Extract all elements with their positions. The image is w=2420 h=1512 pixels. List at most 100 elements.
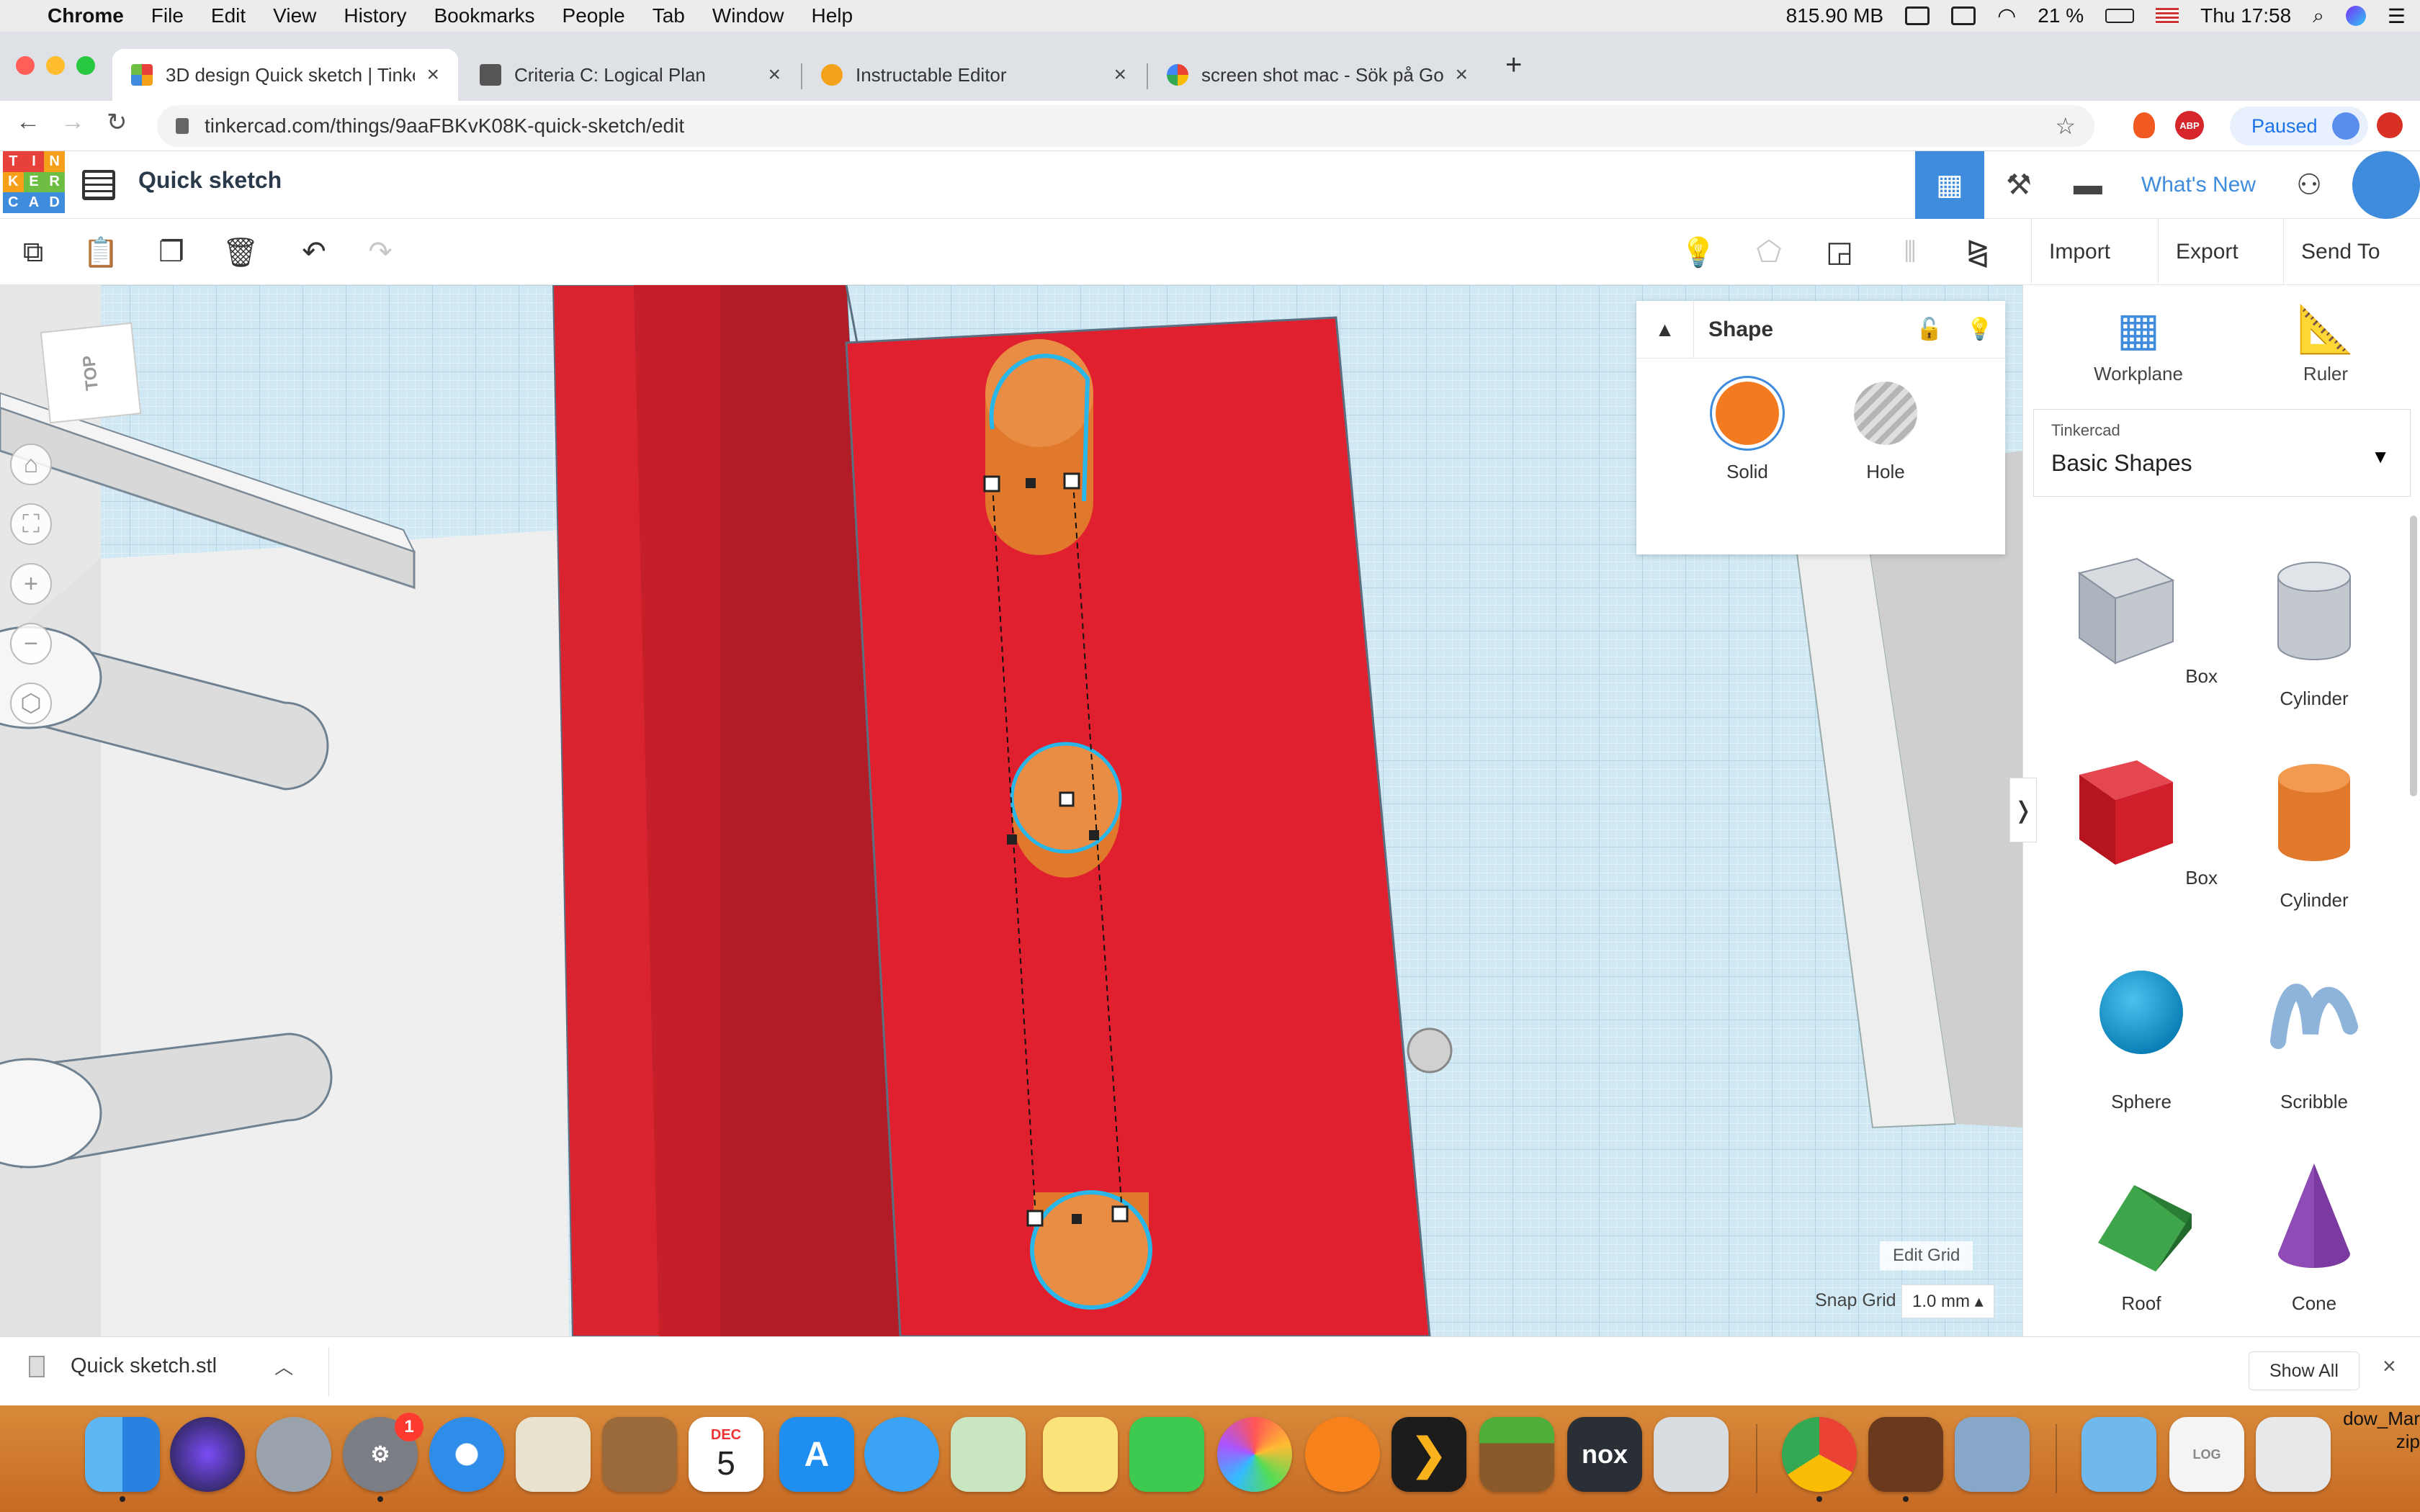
fit-view-icon[interactable]: ⛶ bbox=[10, 503, 52, 545]
tinkercad-logo[interactable]: T I N K E R C A D bbox=[3, 151, 65, 213]
snap-grid-select[interactable]: 1.0 mm ▴ bbox=[1901, 1284, 1994, 1318]
redo-icon[interactable]: ↷ bbox=[360, 232, 400, 272]
menu-bookmarks[interactable]: Bookmarks bbox=[434, 4, 534, 27]
download-item[interactable]: Quick sketch.stl ︿ bbox=[29, 1353, 293, 1380]
align-icon[interactable]: ⫴ bbox=[1890, 232, 1930, 272]
input-source-flag-icon[interactable] bbox=[2156, 8, 2179, 24]
menu-edit[interactable]: Edit bbox=[211, 4, 246, 27]
extension-fire-icon[interactable] bbox=[2133, 112, 2155, 138]
orange-cylinder-top[interactable] bbox=[985, 339, 1093, 555]
battery-percent[interactable]: 21 % bbox=[2038, 4, 2084, 27]
delete-trash-icon[interactable]: 🗑 bbox=[220, 232, 261, 272]
mail-stamp-icon[interactable] bbox=[516, 1417, 591, 1492]
finder-icon[interactable] bbox=[85, 1417, 160, 1502]
design-title[interactable]: Quick sketch bbox=[138, 167, 282, 194]
shape-box-hole[interactable]: Box bbox=[2062, 544, 2220, 688]
display-icon[interactable] bbox=[1905, 6, 1930, 25]
home-view-icon[interactable]: ⌂ bbox=[10, 444, 52, 485]
messages-bubble-icon[interactable] bbox=[864, 1417, 939, 1492]
solid-option[interactable]: Solid bbox=[1704, 382, 1791, 483]
shape-sphere[interactable]: Sphere bbox=[2062, 948, 2220, 1113]
orange-cylinder-middle[interactable] bbox=[1010, 742, 1122, 878]
shape-cylinder[interactable]: Cylinder bbox=[2235, 746, 2393, 912]
forward-arrow-icon[interactable]: → bbox=[60, 108, 85, 136]
lock-toggle-icon[interactable]: 🔓 bbox=[1904, 317, 1955, 342]
menu-window[interactable]: Window bbox=[712, 4, 784, 27]
chrome-icon[interactable] bbox=[1782, 1417, 1857, 1502]
menu-file[interactable]: File bbox=[151, 4, 184, 27]
back-arrow-icon[interactable]: ← bbox=[16, 108, 40, 136]
photos-icon[interactable] bbox=[1217, 1417, 1292, 1492]
show-all-button[interactable]: Show All bbox=[2249, 1351, 2360, 1390]
resize-handle[interactable] bbox=[1111, 1205, 1129, 1223]
undo-icon[interactable]: ↶ bbox=[294, 232, 334, 272]
menu-chrome[interactable]: Chrome bbox=[48, 4, 124, 27]
lightbulb-icon[interactable]: 💡 bbox=[1678, 232, 1718, 272]
send-to-button[interactable]: Send To bbox=[2283, 219, 2398, 285]
tab-close-icon[interactable]: × bbox=[768, 63, 781, 87]
chrome-update-icon[interactable] bbox=[2377, 112, 2403, 138]
copy-icon[interactable]: ⧉ bbox=[13, 232, 53, 272]
siri-icon[interactable] bbox=[2345, 6, 2366, 26]
plex-chevron-icon[interactable]: ❯ bbox=[1392, 1417, 1466, 1492]
visibility-lightbulb-icon[interactable]: 💡 bbox=[1955, 317, 2005, 342]
resize-handle[interactable] bbox=[1026, 478, 1036, 488]
whats-new-link[interactable]: What's New bbox=[2123, 173, 2275, 197]
roblox-icon[interactable] bbox=[1654, 1417, 1729, 1492]
paste-icon[interactable]: 📋 bbox=[81, 232, 121, 272]
window-zoom-button[interactable] bbox=[76, 56, 95, 75]
clock[interactable]: Thu 17:58 bbox=[2200, 4, 2291, 27]
window-minimize-button[interactable] bbox=[46, 56, 65, 75]
garageband-guitar-icon[interactable] bbox=[1868, 1417, 1943, 1502]
ruler-tool[interactable]: 📐 Ruler bbox=[2261, 302, 2390, 385]
resize-handle[interactable] bbox=[1089, 830, 1099, 840]
facetime-camera-icon[interactable] bbox=[1129, 1417, 1204, 1492]
tab-close-icon[interactable]: × bbox=[1113, 63, 1126, 87]
user-avatar[interactable] bbox=[2352, 151, 2420, 219]
hole-option[interactable]: Hole bbox=[1842, 382, 1929, 483]
bricks-icon[interactable]: ▬ bbox=[2053, 151, 2123, 219]
shape-roof[interactable]: Roof bbox=[2062, 1149, 2220, 1315]
menu-history[interactable]: History bbox=[344, 4, 406, 27]
resize-handle[interactable] bbox=[1072, 1214, 1082, 1224]
preview-icon[interactable] bbox=[1955, 1417, 2030, 1492]
export-button[interactable]: Export bbox=[2158, 219, 2256, 285]
collapse-shapes-panel-icon[interactable]: ❭ bbox=[2009, 778, 2037, 842]
log-document-icon[interactable]: LOG bbox=[2169, 1417, 2244, 1492]
resize-handle[interactable] bbox=[1026, 1210, 1044, 1227]
3d-view-grid-icon[interactable]: ▦ bbox=[1914, 151, 1984, 219]
orange-cylinder-bottom[interactable] bbox=[1030, 1190, 1152, 1310]
reload-icon[interactable]: ↻ bbox=[107, 108, 127, 137]
close-downloads-icon[interactable]: × bbox=[2383, 1353, 2396, 1380]
menu-help[interactable]: Help bbox=[811, 4, 853, 27]
menu-people[interactable]: People bbox=[563, 4, 625, 27]
ortho-view-icon[interactable]: ⬡ bbox=[10, 683, 52, 724]
import-button[interactable]: Import bbox=[2031, 219, 2128, 285]
zoom-out-icon[interactable]: − bbox=[10, 623, 52, 665]
safari-compass-icon[interactable] bbox=[429, 1417, 504, 1492]
books-icon[interactable] bbox=[1305, 1417, 1380, 1492]
siri-dock-icon[interactable] bbox=[170, 1417, 245, 1492]
3d-workplane-canvas[interactable]: TOP ⌂ ⛶ + − ⬡ ▲ Shape 🔓 💡 Solid Hole Edi… bbox=[0, 285, 2022, 1336]
wifi-icon[interactable]: ◠ bbox=[1997, 4, 2016, 29]
calendar-icon[interactable]: DEC 5 bbox=[689, 1417, 763, 1492]
shape-cylinder-hole[interactable]: Cylinder bbox=[2235, 544, 2393, 710]
shape-scribble[interactable]: Scribble bbox=[2235, 948, 2393, 1113]
spotlight-search-icon[interactable]: ⌕ bbox=[2313, 4, 2324, 28]
system-preferences-gear-icon[interactable]: ⚙ 1 bbox=[343, 1413, 424, 1502]
downloads-folder-icon[interactable] bbox=[2081, 1417, 2156, 1492]
shape-cone[interactable]: Cone bbox=[2235, 1149, 2393, 1315]
resize-handle[interactable] bbox=[1007, 834, 1017, 845]
tab-close-icon[interactable]: × bbox=[426, 63, 439, 87]
battery-icon[interactable] bbox=[2105, 9, 2135, 23]
bookmark-star-icon[interactable]: ☆ bbox=[2055, 112, 2076, 140]
chevron-up-icon[interactable]: ︿ bbox=[274, 1353, 293, 1380]
nox-icon[interactable]: nox bbox=[1567, 1417, 1642, 1492]
contacts-book-icon[interactable] bbox=[602, 1417, 677, 1492]
menu-tab[interactable]: Tab bbox=[653, 4, 685, 27]
airplay-icon[interactable] bbox=[1951, 6, 1976, 25]
tab-close-icon[interactable]: × bbox=[1455, 63, 1468, 87]
collapse-inspector-icon[interactable]: ▲ bbox=[1636, 300, 1694, 359]
minecraft-icon[interactable] bbox=[1479, 1417, 1554, 1492]
notes-icon[interactable] bbox=[1043, 1417, 1118, 1492]
